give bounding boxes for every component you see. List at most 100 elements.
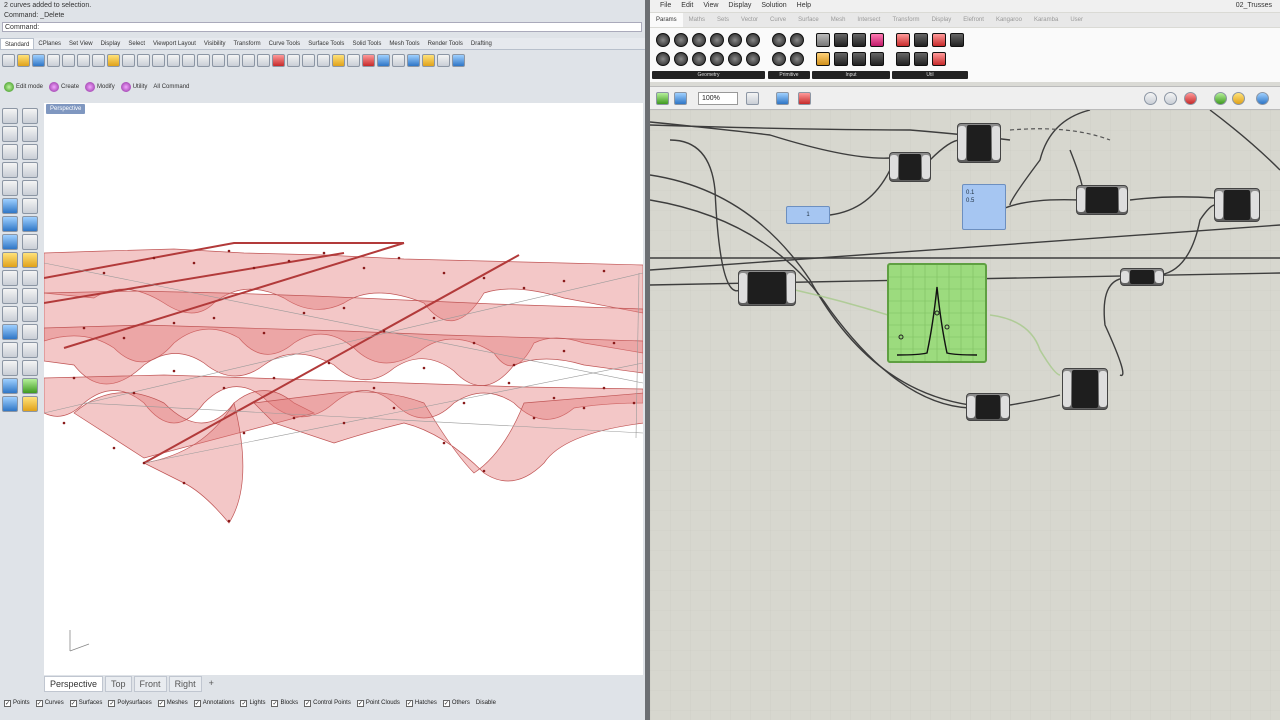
osnap-hatches[interactable]: ✓ Hatches [405,699,437,707]
array-icon[interactable] [22,306,38,322]
save-document-icon[interactable] [674,92,687,105]
tab-visibility[interactable]: Visibility [200,38,230,49]
number-param[interactable]: 1 [786,206,830,224]
select-arrow-icon[interactable] [2,108,18,124]
open-document-icon[interactable] [656,92,669,105]
analyze-icon[interactable] [2,360,18,376]
colour-swatch-icon[interactable] [870,33,884,47]
tab-drafting[interactable]: Drafting [467,38,496,49]
document-preview-icon[interactable] [1214,92,1227,105]
tab-mesh-tools[interactable]: Mesh Tools [385,38,423,49]
gh-tab-transform[interactable]: Transform [886,13,925,27]
tools-icon[interactable] [437,53,450,67]
osnap-points[interactable]: ✓ Points [4,699,30,707]
param-box-icon[interactable] [656,33,670,47]
copy-icon[interactable] [92,53,105,67]
param-twisted-box-icon[interactable] [728,52,742,66]
viewport-tab-right[interactable]: Right [168,676,202,692]
curve-icon[interactable] [22,126,38,142]
param-plane-icon[interactable] [674,52,688,66]
hatch-icon[interactable] [2,342,18,358]
menu-display[interactable]: Display [728,0,751,12]
all-command-item[interactable]: All Command [153,84,189,90]
zoom-window-icon[interactable] [182,53,195,67]
component-merge[interactable] [1214,188,1260,222]
sketch-icon[interactable] [798,92,811,105]
component-divide[interactable] [957,123,1001,163]
explode-icon[interactable] [22,270,38,286]
add-viewport-icon[interactable]: + [204,676,219,692]
cut-icon[interactable] [77,53,90,67]
display-settings-icon[interactable] [1256,92,1269,105]
four-viewports-icon[interactable] [242,53,255,67]
layer-icon[interactable] [347,53,360,67]
relay-icon[interactable] [914,52,928,66]
preview-icon[interactable] [776,92,789,105]
graph-mapper-icon[interactable] [834,52,848,66]
join-icon[interactable] [2,270,18,286]
zoom-field[interactable]: 100% [698,92,738,105]
light-bulb-icon[interactable] [2,252,18,268]
undo-view-icon[interactable] [227,53,240,67]
osnap-control-points[interactable]: ✓ Control Points [304,699,351,707]
mesh-icon[interactable] [2,234,18,250]
solid-icon[interactable] [2,216,18,232]
render-preview-icon[interactable] [22,360,38,376]
trim-icon[interactable] [2,288,18,304]
gh-tab-params[interactable]: Params [650,13,683,27]
fillet-icon[interactable] [22,180,38,196]
viewport-tab-top[interactable]: Top [105,676,132,692]
gh-tab-surface[interactable]: Surface [792,13,825,27]
param-text-icon[interactable] [790,52,804,66]
open-file-icon[interactable] [17,53,30,67]
tab-select[interactable]: Select [124,38,149,49]
create-mode-item[interactable]: Create [49,82,79,92]
light-icon[interactable] [332,53,345,67]
print-icon[interactable] [47,53,60,67]
help-icon[interactable] [407,53,420,67]
shaded-preview-icon[interactable] [1164,92,1177,105]
component-domain[interactable] [966,393,1010,421]
gh-tab-user[interactable]: User [1064,13,1089,27]
tab-standard[interactable]: Standard [0,38,35,49]
block-icon[interactable] [22,342,38,358]
point-icon[interactable] [22,108,38,124]
undo-icon[interactable] [122,53,135,67]
gh-tab-kangaroo[interactable]: Kangaroo [990,13,1028,27]
polygon-icon[interactable] [2,162,18,178]
tab-set-view[interactable]: Set View [65,38,97,49]
transform-icon[interactable] [22,252,38,268]
camera-icon[interactable] [2,396,18,412]
zoom-selected-icon[interactable] [212,53,225,67]
arc-icon[interactable] [22,144,38,160]
zebra-icon[interactable] [2,378,18,394]
tab-viewport-layout[interactable]: Viewport Layout [149,38,200,49]
param-circle-icon[interactable] [692,33,706,47]
param-point-icon[interactable] [692,52,706,66]
osnap-blocks[interactable]: ✓ Blocks [271,699,298,707]
zoom-icon[interactable] [167,53,180,67]
timer-icon[interactable] [932,52,946,66]
param-vector-icon[interactable] [746,52,760,66]
lock-icon[interactable] [302,53,315,67]
osnap-disable[interactable]: Disable [476,700,496,706]
material-icon[interactable] [377,53,390,67]
edit-mode-item[interactable]: Edit mode [4,82,43,92]
group-icon[interactable] [2,306,18,322]
tab-surface-tools[interactable]: Surface Tools [304,38,348,49]
gh-tab-elefront[interactable]: Elefront [957,13,990,27]
component-line[interactable] [889,152,931,182]
tab-render-tools[interactable]: Render Tools [424,38,467,49]
boolean-icon[interactable] [22,234,38,250]
component-remap[interactable] [738,270,796,306]
galapagos-icon[interactable] [950,33,964,47]
param-colour-icon[interactable] [790,33,804,47]
osnap-polysurfaces[interactable]: ✓ Polysurfaces [108,699,152,707]
menu-view[interactable]: View [703,0,718,12]
tab-cplanes[interactable]: CPlanes [34,38,65,49]
param-boolean-icon[interactable] [772,33,786,47]
menu-file[interactable]: File [660,0,671,12]
panel-param[interactable]: 0.1 0.5 [962,184,1006,230]
osnap-point-clouds[interactable]: ✓ Point Clouds [356,699,400,707]
tab-transform[interactable]: Transform [229,38,264,49]
